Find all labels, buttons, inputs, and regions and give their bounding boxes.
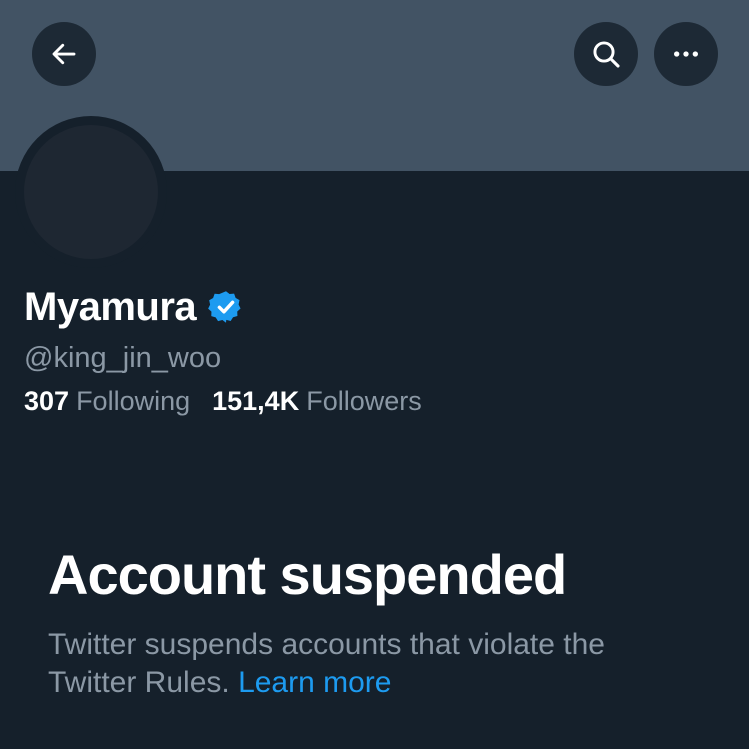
verified-badge-icon[interactable] [208, 289, 244, 325]
following-label: Following [76, 386, 191, 416]
back-button[interactable] [32, 22, 96, 86]
display-name-row: Myamura [24, 282, 244, 332]
followers-label: Followers [306, 386, 422, 416]
learn-more-link[interactable]: Learn more [238, 666, 391, 699]
arrow-left-icon [52, 43, 76, 65]
avatar-placeholder [24, 125, 158, 259]
profile-handle: @king_jin_woo [24, 342, 222, 374]
profile-stats: 307 Following 151,4K Followers [24, 382, 422, 420]
followers-link[interactable]: 151,4K Followers [212, 382, 422, 420]
following-link[interactable]: 307 Following [24, 382, 190, 420]
profile-page: Myamura @king_jin_woo 307 Following 151,… [0, 0, 749, 749]
search-icon [593, 41, 620, 68]
suspension-title: Account suspended [48, 543, 567, 606]
followers-count: 151,4K [212, 386, 300, 416]
display-name: Myamura [24, 285, 197, 329]
more-horizontal-icon [674, 51, 698, 57]
more-options-button[interactable] [654, 22, 718, 86]
suspension-description-block: Twitter suspends accounts that violate t… [48, 626, 698, 702]
following-count: 307 [24, 386, 70, 416]
avatar[interactable] [15, 116, 167, 268]
search-button[interactable] [574, 22, 638, 86]
